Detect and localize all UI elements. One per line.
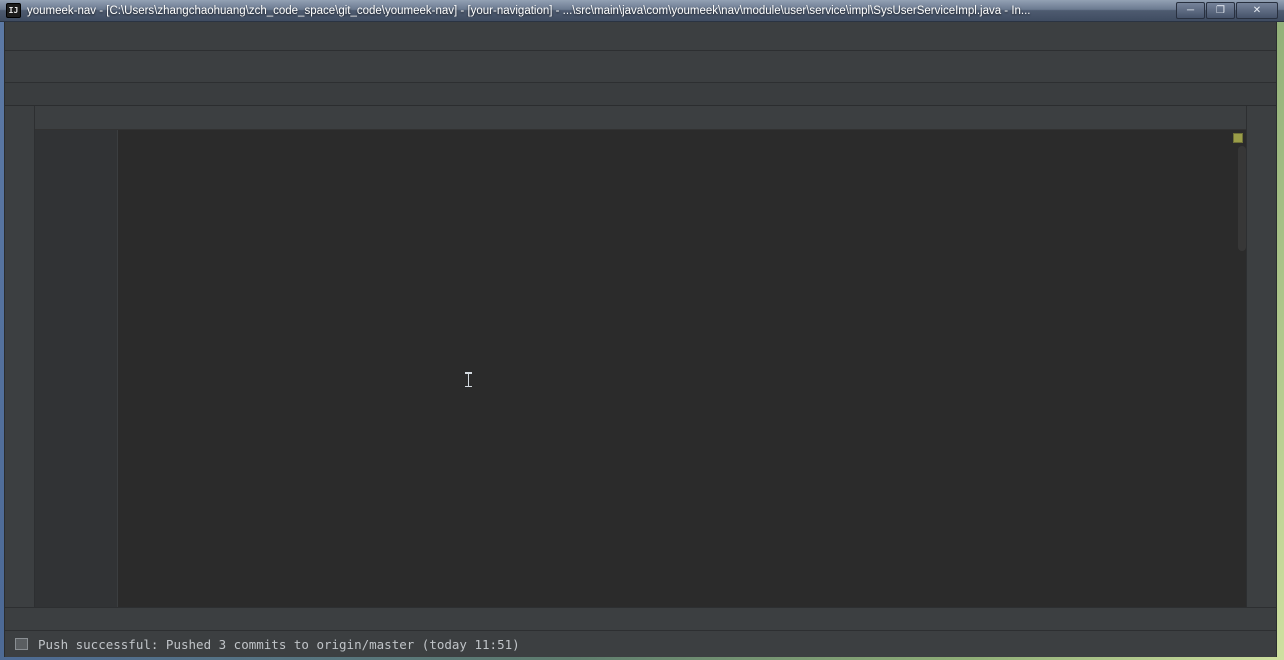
text-cursor-pointer xyxy=(465,372,472,387)
title-bar: IJ youmeek-nav - [C:\Users\zhangchaohuan… xyxy=(0,0,1284,22)
status-bar: Push successful: Pushed 3 commits to ori… xyxy=(5,630,1276,657)
left-tool-stripe xyxy=(5,106,35,607)
toolwindow-toggle-icon[interactable] xyxy=(15,638,28,650)
minimize-button[interactable]: ─ xyxy=(1176,2,1205,19)
breadcrumb xyxy=(5,83,1276,106)
main-toolbar xyxy=(5,51,1276,83)
status-message: Push successful: Pushed 3 commits to ori… xyxy=(38,636,520,652)
menu-bar xyxy=(5,22,1276,51)
ide-window: Push successful: Pushed 3 commits to ori… xyxy=(4,22,1277,657)
close-button[interactable]: ✕ xyxy=(1236,2,1278,19)
editor-tab-bar xyxy=(35,106,1246,130)
editor-scrollbar[interactable] xyxy=(1238,146,1246,251)
maximize-button[interactable]: ❐ xyxy=(1206,2,1235,19)
inspection-status-icon[interactable] xyxy=(1233,133,1243,143)
code-editor[interactable] xyxy=(35,130,1246,607)
window-title: youmeek-nav - [C:\Users\zhangchaohuang\z… xyxy=(27,4,1031,17)
intellij-logo-icon: IJ xyxy=(6,3,21,18)
right-tool-stripe xyxy=(1246,106,1276,607)
bottom-tool-bar xyxy=(5,607,1276,630)
